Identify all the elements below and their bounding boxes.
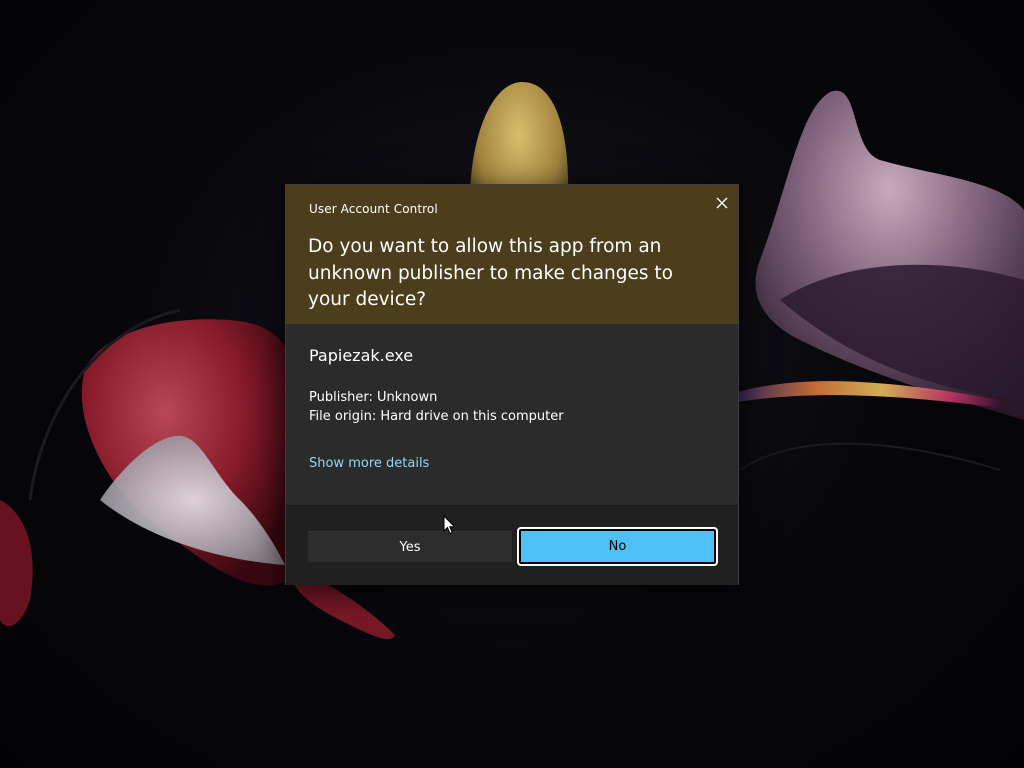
- app-name: Papiezak.exe: [309, 346, 414, 365]
- uac-dialog: User Account Control Do you want to allo…: [285, 184, 739, 585]
- close-icon: [716, 197, 728, 209]
- close-button[interactable]: [710, 191, 734, 215]
- dialog-header: User Account Control Do you want to allo…: [286, 185, 738, 324]
- file-origin-info: File origin: Hard drive on this computer: [309, 409, 564, 424]
- dialog-caption: User Account Control: [309, 202, 438, 216]
- dialog-question: Do you want to allow this app from an un…: [308, 236, 673, 310]
- dialog-footer: Yes No: [286, 505, 738, 585]
- yes-button[interactable]: Yes: [308, 531, 512, 562]
- show-more-details-link[interactable]: Show more details: [309, 456, 429, 471]
- mouse-pointer-icon: [443, 515, 456, 535]
- publisher-info: Publisher: Unknown: [309, 390, 438, 405]
- desktop: User Account Control Do you want to allo…: [0, 0, 1024, 768]
- no-button[interactable]: No: [517, 527, 718, 566]
